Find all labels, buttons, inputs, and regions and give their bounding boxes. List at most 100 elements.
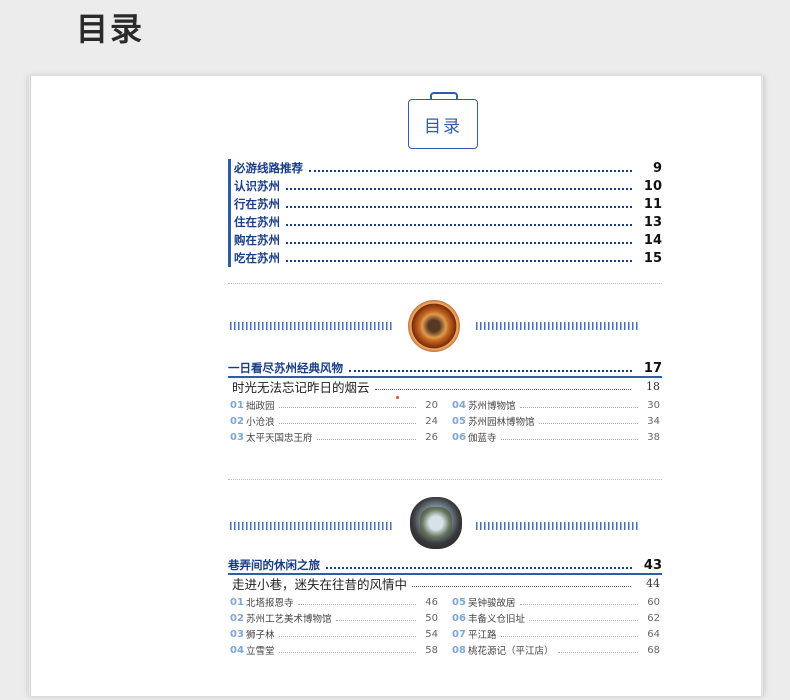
hatch-divider [230, 522, 392, 530]
leader-dots [278, 406, 416, 408]
toc-row[interactable]: 住在苏州 13 [228, 213, 662, 231]
entry-number: 08 [452, 644, 466, 656]
entry-number: 02 [230, 612, 244, 624]
divider-line [228, 479, 662, 480]
section-subtitle: 走进小巷，迷失在往昔的风情中 [232, 576, 408, 592]
entry-number: 07 [452, 628, 466, 640]
leader-dots [286, 260, 632, 262]
entry-page: 20 [425, 399, 438, 411]
list-item[interactable]: 03 太平天国忠王府 26 [230, 429, 438, 445]
list-item[interactable]: 06 丰备义仓旧址 62 [452, 610, 660, 626]
entry-page: 54 [425, 628, 438, 640]
entry-name: 桃花源记（平江店） [468, 646, 554, 657]
toc-row[interactable]: 吃在苏州 15 [228, 249, 662, 267]
leader-dots [349, 370, 632, 372]
list-item[interactable]: 01 拙政园 20 [230, 397, 438, 413]
toc-label: 必游线路推荐 [234, 161, 303, 175]
toc-label: 吃在苏州 [234, 251, 280, 265]
leader-dots [529, 619, 638, 621]
leader-dots [557, 651, 638, 653]
entry-name: 北塔报恩寺 [246, 598, 294, 609]
toc-page: 9 [652, 160, 662, 176]
entry-page: 68 [647, 644, 660, 656]
list-item[interactable]: 05 吴钟骏故居 60 [452, 594, 660, 610]
page-title: 目录 [76, 10, 145, 48]
entry-name: 伽蓝寺 [468, 433, 497, 444]
toc-row[interactable]: 行在苏州 11 [228, 195, 662, 213]
list-item[interactable]: 06 伽蓝寺 38 [452, 429, 660, 445]
list-item[interactable]: 04 立雪堂 58 [230, 642, 438, 658]
hatch-divider [476, 322, 638, 330]
toc-page: 10 [643, 178, 662, 194]
main-toc: 必游线路推荐 9 认识苏州 10 行在苏州 11 住在苏州 13 购在苏州 14 吃在苏州… [228, 159, 662, 267]
entry-number: 02 [230, 415, 244, 427]
section-subpage: 44 [646, 576, 660, 590]
entry-column-right: 04 苏州博物馆 30 05 苏州园林博物馆 34 06 伽蓝寺 38 [452, 397, 660, 445]
list-item[interactable]: 03 狮子林 54 [230, 626, 438, 642]
entry-page: 58 [425, 644, 438, 656]
entry-page: 26 [425, 431, 438, 443]
entry-page: 38 [647, 431, 660, 443]
section-subtitle: 时光无法忘记昨日的烟云 [232, 379, 370, 395]
leader-dots [297, 603, 416, 605]
entry-page: 46 [425, 596, 438, 608]
leader-dots [316, 438, 416, 440]
entry-name: 丰备义仓旧址 [468, 614, 526, 625]
toc-label: 购在苏州 [234, 233, 280, 247]
list-item[interactable]: 02 小沧浪 24 [230, 413, 438, 429]
list-item[interactable]: 02 苏州工艺美术博物馆 50 [230, 610, 438, 626]
section-subtitle-row[interactable]: 时光无法忘记昨日的烟云 18 [232, 378, 660, 395]
entry-column-left: 01 北塔报恩寺 46 02 苏州工艺美术博物馆 50 03 狮子林 54 04 立雪堂 58 [230, 594, 438, 658]
toc-row[interactable]: 必游线路推荐 9 [228, 159, 662, 177]
entry-number: 01 [230, 399, 244, 411]
toc-row[interactable]: 购在苏州 14 [228, 231, 662, 249]
toc-row[interactable]: 认识苏州 10 [228, 177, 662, 195]
section-subtitle-row[interactable]: 走进小巷，迷失在往昔的风情中 44 [232, 575, 660, 592]
entry-column-right: 05 吴钟骏故居 60 06 丰备义仓旧址 62 07 平江路 64 08 桃花源记（平江店）… [452, 594, 660, 658]
section-page: 43 [643, 557, 662, 573]
leader-dots [286, 206, 632, 208]
toc-page: 11 [643, 196, 662, 212]
entry-name: 拙政园 [246, 401, 275, 412]
list-item[interactable]: 01 北塔报恩寺 46 [230, 594, 438, 610]
entry-name: 小沧浪 [246, 417, 275, 428]
entry-number: 01 [230, 596, 244, 608]
entry-number: 06 [452, 431, 466, 443]
entry-number: 03 [230, 431, 244, 443]
entry-name: 苏州工艺美术博物馆 [246, 614, 332, 625]
list-item[interactable]: 04 苏州博物馆 30 [452, 397, 660, 413]
toc-page: 14 [643, 232, 662, 248]
lacquer-emblem-icon [408, 300, 460, 352]
toc-label: 住在苏州 [234, 215, 280, 229]
section-title-row[interactable]: 巷弄间的休闲之旅 43 [228, 557, 662, 573]
entry-name: 苏州园林博物馆 [468, 417, 535, 428]
list-item[interactable]: 08 桃花源记（平江店） 68 [452, 642, 660, 658]
section-title: 一日看尽苏州经典风物 [228, 361, 343, 375]
entry-page: 64 [647, 628, 660, 640]
entry-number: 04 [452, 399, 466, 411]
entry-name: 平江路 [468, 630, 497, 641]
leader-dots [278, 422, 416, 424]
leader-dots [538, 422, 638, 424]
entry-name: 太平天国忠王府 [246, 433, 313, 444]
toc-label: 行在苏州 [234, 197, 280, 211]
toc-label: 认识苏州 [234, 179, 280, 193]
toc-page: 15 [643, 250, 662, 266]
list-item[interactable]: 07 平江路 64 [452, 626, 660, 642]
entry-number: 03 [230, 628, 244, 640]
book-spine-edge [28, 76, 31, 696]
leader-dots [286, 242, 632, 244]
entry-name: 苏州博物馆 [468, 401, 516, 412]
leader-dots [500, 635, 638, 637]
leader-dots [326, 567, 632, 569]
divider-line [228, 283, 662, 284]
contents-badge: 目录 [408, 99, 478, 149]
leader-dots [286, 188, 632, 190]
section-title-row[interactable]: 一日看尽苏州经典风物 17 [228, 360, 662, 376]
list-item[interactable]: 05 苏州园林博物馆 34 [452, 413, 660, 429]
entry-number: 05 [452, 415, 466, 427]
leader-dots [412, 585, 631, 587]
entry-number: 06 [452, 612, 466, 624]
book-fore-edge [761, 76, 764, 696]
leader-dots [519, 406, 638, 408]
